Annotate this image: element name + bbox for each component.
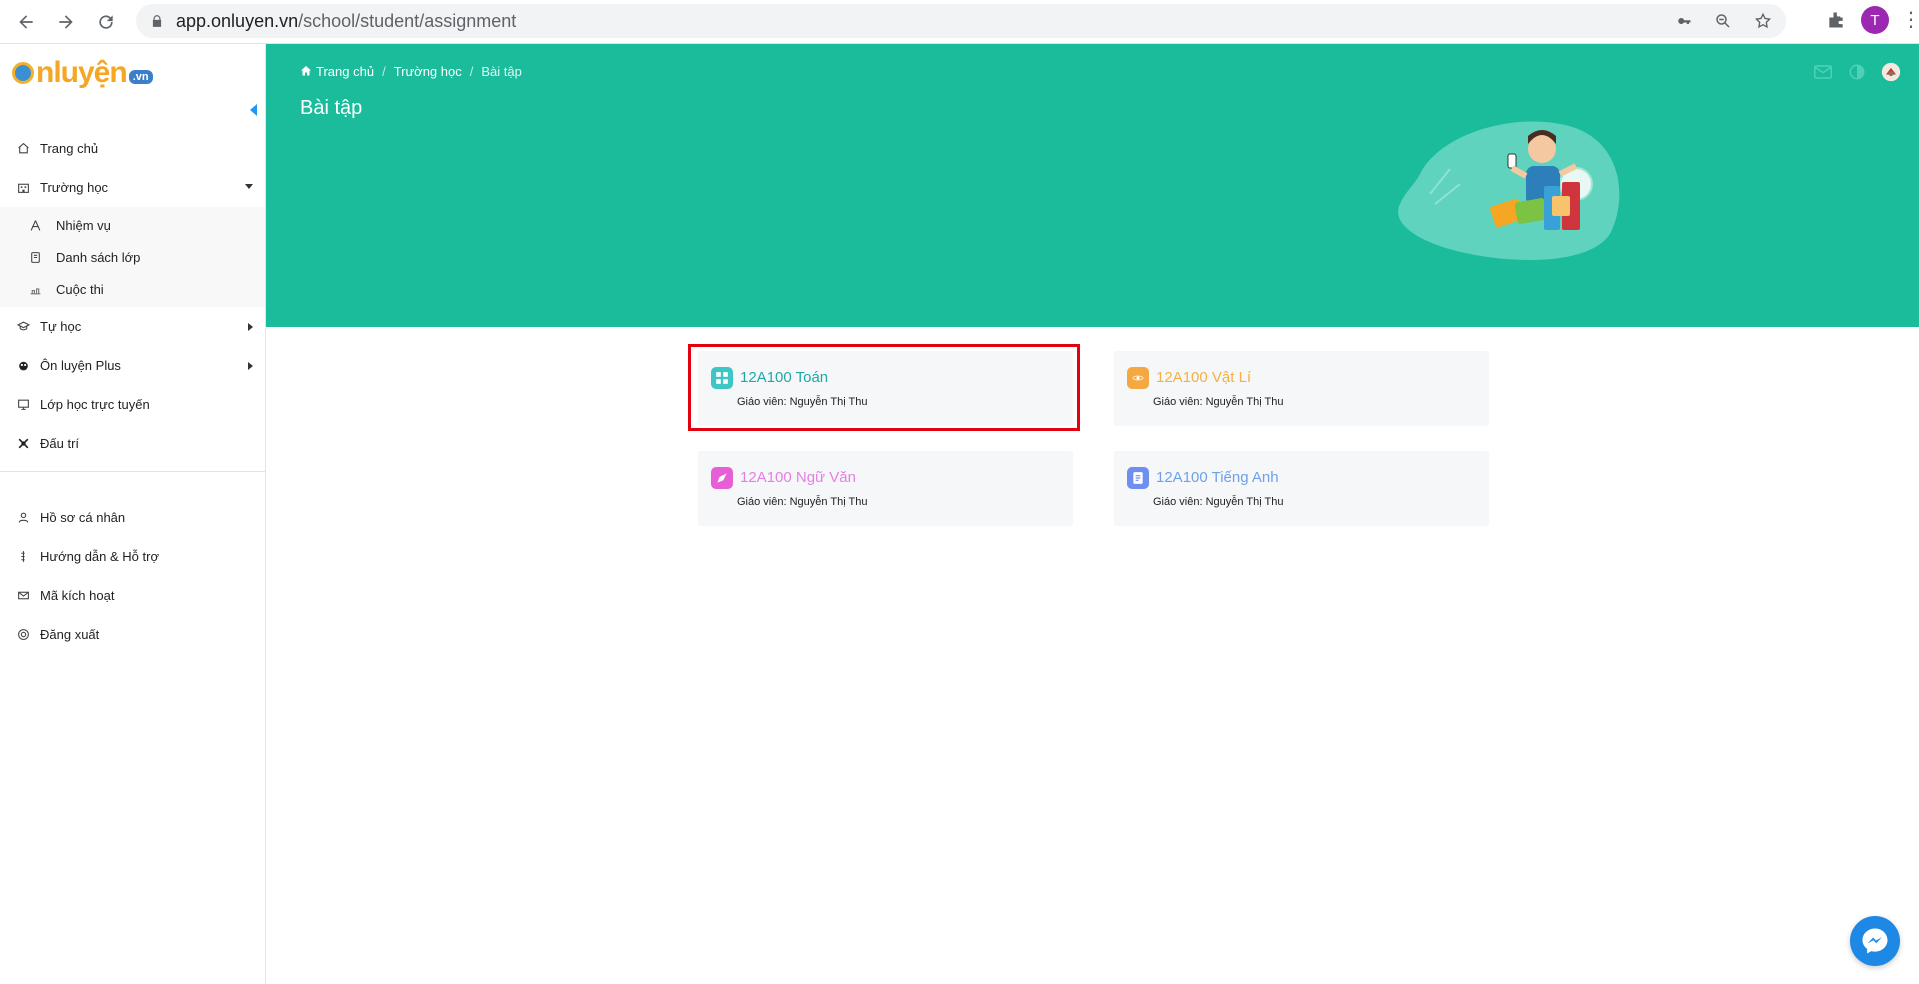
sidebar-item-label: Lớp học trực tuyến — [40, 397, 150, 412]
sidebar-item-activation-code[interactable]: Mã kích hoạt — [0, 576, 265, 615]
lock-icon — [152, 15, 162, 27]
sidebar-collapse-icon[interactable] — [250, 104, 257, 116]
logout-icon — [16, 628, 30, 642]
sidebar-item-label: Ôn luyện Plus — [40, 358, 121, 373]
url-path: /school/student/assignment — [298, 10, 517, 31]
highlight-box — [688, 344, 1080, 431]
sidebar-item-label: Trang chủ — [40, 141, 99, 156]
sidebar-item-logout[interactable]: Đăng xuất — [0, 615, 265, 654]
class-card-teacher: Giáo viên: Nguyễn Thị Thu — [1153, 396, 1284, 408]
class-card-physics[interactable]: 12A100 Vật Lí Giáo viên: Nguyễn Thị Thu — [1114, 351, 1489, 426]
school-submenu: Nhiệm vụ Danh sách lớp Cuộc thi — [0, 207, 265, 307]
online-class-icon — [16, 398, 30, 412]
literature-subject-icon — [711, 467, 733, 489]
school-icon — [16, 181, 30, 195]
breadcrumb-school[interactable]: Trường học — [394, 64, 462, 79]
onluyen-logo[interactable]: nluyện .vn — [12, 56, 153, 90]
reload-icon — [99, 15, 113, 29]
sidebar-item-profile[interactable]: Hồ sơ cá nhân — [0, 498, 265, 537]
sidebar-item-contest[interactable]: Cuộc thi — [0, 273, 265, 305]
star-icon[interactable] — [1750, 8, 1776, 34]
mail-icon[interactable] — [1813, 62, 1833, 82]
home-icon — [16, 142, 30, 156]
messenger-chat-button[interactable] — [1850, 916, 1900, 966]
menu-divider — [0, 471, 265, 472]
reload-button[interactable] — [86, 2, 126, 42]
self-study-icon — [16, 320, 30, 334]
sidebar-item-online-class[interactable]: Lớp học trực tuyến — [0, 385, 265, 424]
breadcrumb-home[interactable]: Trang chủ — [316, 64, 374, 79]
class-card-title: 12A100 Vật Lí — [1156, 369, 1252, 386]
class-card-teacher: Giáo viên: Nguyễn Thị Thu — [737, 496, 868, 508]
address-bar[interactable]: app.onluyen.vn/school/student/assignment — [136, 4, 1786, 38]
sidebar-item-label: Trường học — [40, 180, 109, 195]
breadcrumb-separator: / — [469, 64, 474, 79]
chevron-down-icon — [245, 184, 253, 189]
theme-toggle-icon[interactable] — [1847, 62, 1867, 82]
sidebar-item-label: Hướng dẫn & Hỗ trợ — [40, 549, 159, 564]
url-host: app.onluyen.vn — [176, 10, 299, 31]
sidebar-menu: Trang chủ Trường học Nhiệm vụ Danh sách … — [0, 129, 265, 654]
sidebar-item-home[interactable]: Trang chủ — [0, 129, 265, 168]
activation-code-icon — [16, 589, 30, 603]
sidebar-item-label: Hồ sơ cá nhân — [40, 510, 126, 525]
sidebar-item-class-list[interactable]: Danh sách lớp — [0, 241, 265, 273]
sidebar-item-school[interactable]: Trường học — [0, 168, 265, 207]
sidebar-item-label: Nhiệm vụ — [56, 217, 111, 233]
class-card-literature[interactable]: 12A100 Ngữ Văn Giáo viên: Nguyễn Thị Thu — [698, 451, 1073, 526]
contest-icon — [28, 282, 42, 296]
breadcrumb: Trang chủ / Trường học / Bài tập — [300, 64, 522, 79]
class-card-title: 12A100 Ngữ Văn — [740, 469, 856, 486]
profile-icon — [16, 511, 30, 525]
page-header-banner: Trang chủ / Trường học / Bài tập Bài tập — [266, 44, 1919, 327]
sidebar-item-battle[interactable]: Đấu trí — [0, 424, 265, 463]
task-icon — [28, 218, 42, 232]
sidebar-item-label: Tự học — [40, 319, 82, 334]
forward-button[interactable] — [46, 2, 86, 42]
logo-suffix: .vn — [128, 70, 153, 84]
breadcrumb-home-icon — [300, 64, 312, 79]
profile-avatar[interactable]: T — [1861, 6, 1889, 34]
battle-icon — [16, 437, 30, 451]
logo-text: nluyện — [36, 56, 128, 89]
owl-logo-icon — [12, 62, 34, 84]
class-list-icon — [28, 250, 42, 264]
sidebar-item-onluyen-plus[interactable]: Ôn luyện Plus — [0, 346, 265, 385]
sidebar-item-label: Đấu trí — [40, 436, 80, 451]
sidebar-item-tasks[interactable]: Nhiệm vụ — [0, 209, 265, 241]
class-card-english[interactable]: 12A100 Tiếng Anh Giáo viên: Nguyễn Thị T… — [1114, 451, 1489, 526]
sidebar-item-label: Cuộc thi — [56, 281, 104, 297]
plus-icon — [16, 359, 30, 373]
browser-toolbar: app.onluyen.vn/school/student/assignment… — [0, 0, 1919, 44]
chevron-right-icon — [248, 323, 253, 331]
sidebar-item-help[interactable]: Hướng dẫn & Hỗ trợ — [0, 537, 265, 576]
breadcrumb-current: Bài tập — [481, 64, 522, 79]
sidebar-item-label: Mã kích hoạt — [40, 588, 115, 603]
english-subject-icon — [1127, 467, 1149, 489]
physics-subject-icon — [1127, 367, 1149, 389]
sidebar-item-label: Danh sách lớp — [56, 249, 141, 265]
chevron-right-icon — [248, 362, 253, 370]
key-icon[interactable] — [1670, 8, 1696, 34]
menu-kebab-icon[interactable]: ⋮ — [1901, 8, 1919, 32]
arrow-right-icon — [59, 15, 73, 29]
class-card-title: 12A100 Tiếng Anh — [1156, 469, 1279, 486]
extensions-icon[interactable] — [1823, 7, 1849, 33]
arrow-left-icon — [19, 15, 33, 29]
help-icon — [16, 550, 30, 564]
class-card-teacher: Giáo viên: Nguyễn Thị Thu — [1153, 496, 1284, 508]
user-avatar-icon[interactable] — [1881, 62, 1901, 82]
sidebar-item-self-study[interactable]: Tự học — [0, 307, 265, 346]
sidebar: nluyện .vn Trang chủ Trường học Nhiệm vụ… — [0, 44, 266, 984]
back-button[interactable] — [6, 2, 46, 42]
sidebar-item-label: Đăng xuất — [40, 627, 100, 642]
messenger-icon — [1862, 928, 1888, 954]
page-title: Bài tập — [300, 97, 363, 119]
breadcrumb-separator: / — [382, 64, 386, 79]
student-books-illustration — [1398, 121, 1620, 260]
zoom-icon[interactable] — [1710, 8, 1736, 34]
